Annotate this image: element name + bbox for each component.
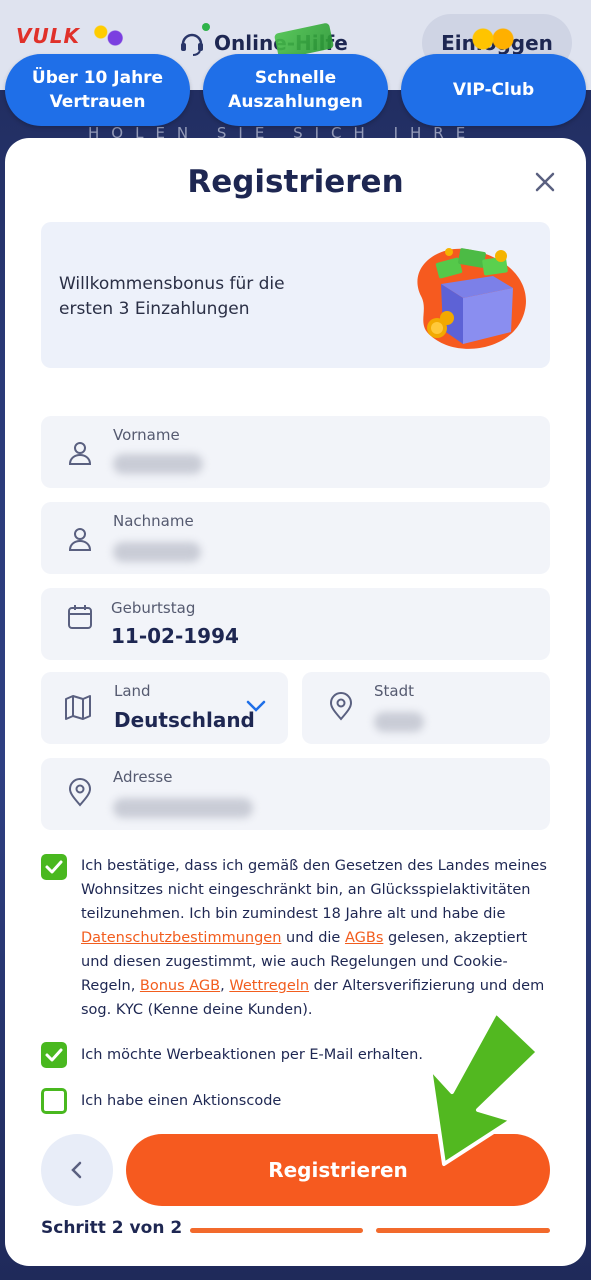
- map-icon: [63, 692, 93, 722]
- last-name-label: Nachname: [113, 512, 194, 530]
- promo-payout-pill[interactable]: Schnelle Auszahlungen: [203, 54, 388, 126]
- terms-text-1: Ich bestätige, dass ich gemäß den Gesetz…: [81, 858, 547, 922]
- birthday-field[interactable]: Geburtstag 11-02-1994: [41, 588, 550, 660]
- promo-trust-pill[interactable]: Über 10 Jahre Vertrauen: [5, 54, 190, 126]
- last-name-value-blurred: [113, 542, 201, 562]
- promo-label: VIP-Club: [452, 80, 535, 100]
- welcome-bonus-card: Willkommensbonus für die ersten 3 Einzah…: [41, 222, 550, 368]
- city-label: Stadt: [374, 682, 414, 700]
- terms-checkbox[interactable]: [41, 854, 67, 880]
- bonus-terms-link[interactable]: Bonus AGB: [140, 978, 220, 994]
- address-field[interactable]: Adresse: [41, 758, 550, 830]
- first-name-value-blurred: [113, 454, 203, 474]
- location-pin-icon: [326, 692, 356, 722]
- address-label: Adresse: [113, 768, 173, 786]
- step-1-progress: [190, 1228, 363, 1233]
- promo-label: Über 10 Jahre Vertrauen: [31, 68, 164, 112]
- gift-box-money-icon: [401, 236, 537, 356]
- privacy-policy-link[interactable]: Datenschutzbestimmungen: [81, 930, 281, 946]
- user-icon: [65, 438, 95, 468]
- logo-text: VULK: [16, 24, 80, 48]
- birthday-label: Geburtstag: [111, 599, 196, 617]
- country-label: Land: [114, 682, 151, 700]
- promo-pills: Über 10 Jahre Vertrauen Schnelle Auszahl…: [5, 54, 587, 126]
- close-icon[interactable]: [531, 168, 559, 196]
- country-select[interactable]: Land Deutschland: [41, 672, 288, 744]
- bonus-text: Willkommensbonus für die ersten 3 Einzah…: [59, 274, 285, 319]
- promo-vip-pill[interactable]: VIP-Club: [401, 54, 586, 126]
- promo-code-checkbox[interactable]: [41, 1088, 67, 1114]
- city-value-blurred: [374, 712, 424, 732]
- newsletter-label: Ich möchte Werbeaktionen per E-Mail erha…: [81, 1047, 423, 1063]
- first-name-field[interactable]: Vorname: [41, 416, 550, 488]
- newsletter-row: Ich möchte Werbeaktionen per E-Mail erha…: [41, 1042, 551, 1070]
- chevron-left-icon: [71, 1161, 82, 1179]
- terms-text-2: und die: [281, 930, 345, 946]
- promo-code-row: Ich habe einen Aktionscode: [41, 1088, 551, 1116]
- promo-label: Schnelle Auszahlungen: [228, 68, 363, 112]
- chevron-down-icon: [245, 698, 267, 714]
- step-2-progress: [376, 1228, 550, 1233]
- logo-decoration: [90, 20, 126, 50]
- newsletter-checkbox[interactable]: [41, 1042, 67, 1068]
- country-value: Deutschland: [114, 708, 255, 732]
- modal-title: Registrieren: [187, 164, 404, 200]
- terms-consent-text: Ich bestätige, dass ich gemäß den Gesetz…: [81, 854, 553, 1022]
- headset-icon: [178, 23, 210, 57]
- site-logo[interactable]: VULK: [16, 20, 126, 56]
- betting-rules-link[interactable]: Wettregeln: [229, 978, 309, 994]
- location-pin-icon: [65, 778, 95, 808]
- promo-code-label: Ich habe einen Aktionscode: [81, 1093, 282, 1109]
- address-value-blurred: [113, 798, 253, 818]
- terms-text-4: ,: [220, 978, 230, 994]
- city-field[interactable]: Stadt: [302, 672, 550, 744]
- crown-decoration: [468, 26, 518, 52]
- first-name-label: Vorname: [113, 426, 180, 444]
- user-icon: [65, 524, 95, 554]
- registration-modal: Registrieren Willkommensbonus für die er…: [5, 138, 586, 1266]
- back-button[interactable]: [41, 1134, 113, 1206]
- register-button[interactable]: Registrieren: [126, 1134, 550, 1206]
- register-label: Registrieren: [268, 1158, 408, 1182]
- last-name-field[interactable]: Nachname: [41, 502, 550, 574]
- online-status-dot: [202, 23, 210, 31]
- calendar-icon: [65, 602, 95, 632]
- terms-consent-row: Ich bestätige, dass ich gemäß den Gesetz…: [41, 854, 551, 1024]
- step-indicator-text: Schritt 2 von 2: [41, 1218, 183, 1238]
- terms-link[interactable]: AGBs: [345, 930, 383, 946]
- birthday-value: 11-02-1994: [111, 624, 239, 648]
